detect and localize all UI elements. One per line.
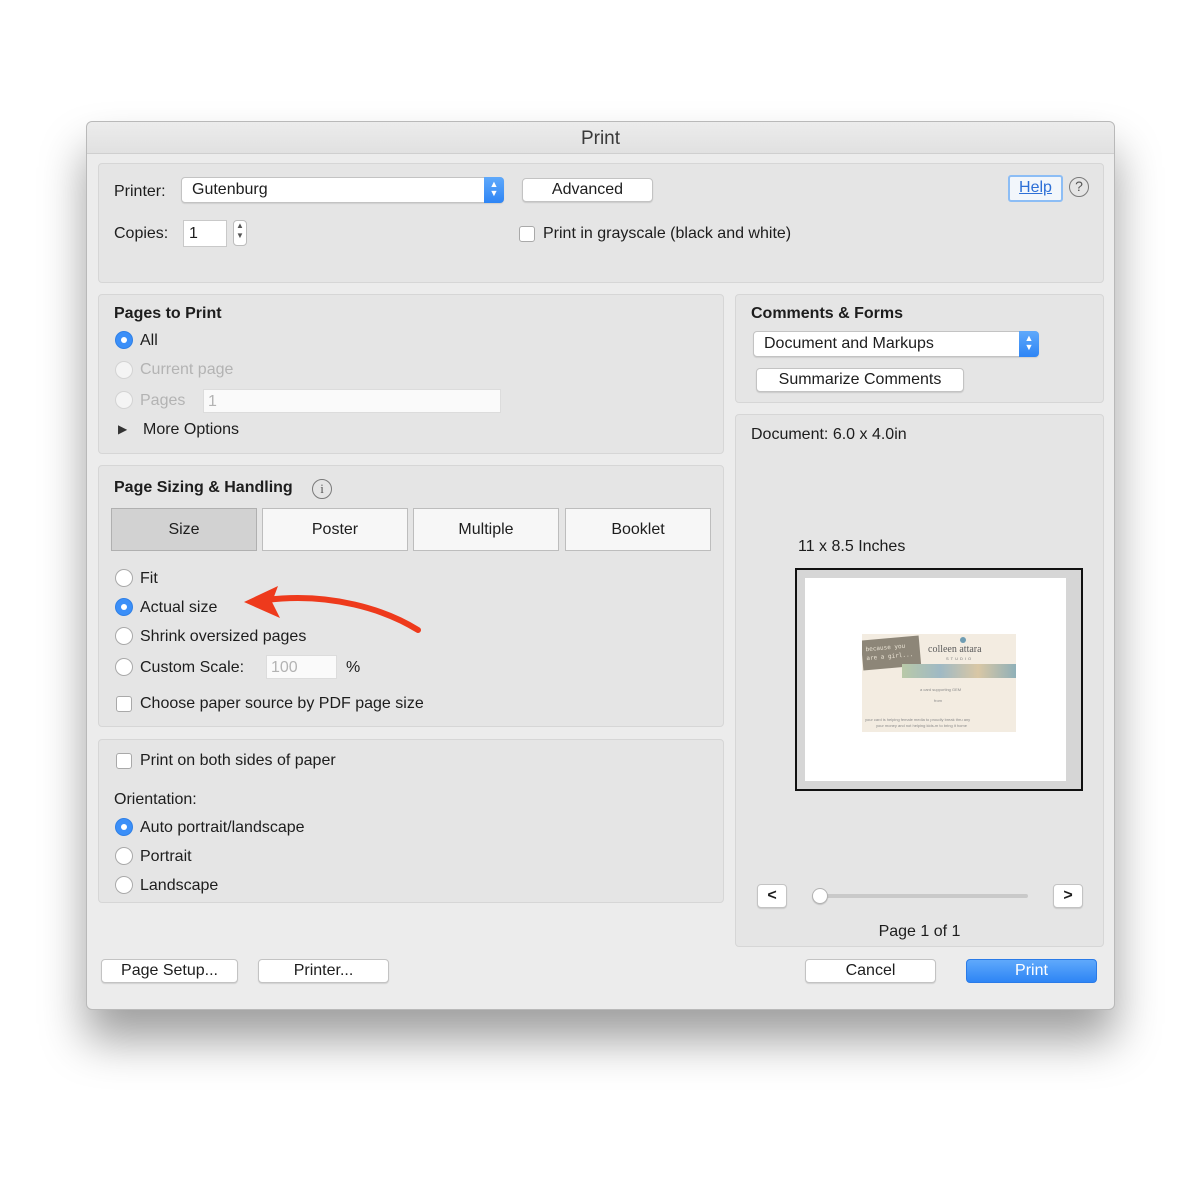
more-options-label[interactable]: More Options (143, 421, 239, 439)
next-page-button[interactable]: > (1053, 884, 1083, 908)
grayscale-label: Print in grayscale (black and white) (543, 225, 792, 242)
comments-forms-select-value: Document and Markups (764, 335, 934, 352)
printer-select-value: Gutenburg (192, 181, 268, 198)
annotation-arrow-icon (244, 586, 421, 633)
printer-select[interactable]: Gutenburg ▲ ▼ (181, 177, 504, 203)
radio-all-label: All (140, 332, 158, 349)
grayscale-checkbox[interactable] (519, 226, 535, 242)
tab-multiple[interactable]: Multiple (413, 508, 559, 551)
dialog-title: Print (580, 128, 621, 149)
card-text-line3: your card is helping female media to pro… (865, 717, 971, 722)
card-thumbnail: because you are a girl... colleen attara… (862, 634, 1016, 732)
paper-source-label: Choose paper source by PDF page size (140, 695, 424, 712)
page-preview-sheet: because you are a girl... colleen attara… (805, 578, 1066, 781)
pages-to-print-group: Pages to Print All Current page Pages 1 … (98, 294, 724, 454)
radio-current-page-label: Current page (140, 361, 234, 378)
radio-portrait[interactable] (115, 847, 133, 865)
orientation-heading: Orientation: (114, 791, 197, 808)
title-bar: Print (87, 122, 1114, 154)
printer-group: Printer: Gutenburg ▲ ▼ Advanced Help ? Co… (98, 163, 1104, 283)
custom-scale-input[interactable]: 100 (266, 655, 337, 679)
summarize-comments-button[interactable]: Summarize Comments (756, 368, 964, 392)
advanced-button[interactable]: Advanced (522, 178, 653, 202)
copies-stepper[interactable]: ▲ ▼ (233, 220, 247, 246)
tab-booklet[interactable]: Booklet (565, 508, 711, 551)
print-dialog: Print Printer: Gutenburg ▲ ▼ Advanced Hel… (86, 121, 1115, 1010)
radio-all[interactable] (115, 331, 133, 349)
radio-landscape-label: Landscape (140, 877, 219, 894)
card-text-line1: a card supporting GEM (920, 687, 962, 692)
radio-auto-orientation-label: Auto portrait/landscape (140, 819, 305, 836)
comments-forms-heading: Comments & Forms (751, 305, 904, 322)
card-tag-line2: are a girl... (866, 651, 914, 663)
prev-page-button[interactable]: < (757, 884, 787, 908)
comments-forms-group: Comments & Forms Document and Markups ▲ ▼… (735, 294, 1104, 403)
help-icon[interactable]: ? (1069, 177, 1089, 197)
pages-to-print-heading: Pages to Print (114, 305, 222, 322)
radio-portrait-label: Portrait (140, 848, 192, 865)
radio-actual-size[interactable] (115, 598, 133, 616)
card-text-line2: from (934, 698, 942, 703)
disclosure-triangle-icon[interactable]: ▶ (118, 422, 127, 436)
page-counter: Page 1 of 1 (878, 923, 961, 940)
comments-forms-select[interactable]: Document and Markups ▲ ▼ (753, 331, 1039, 357)
help-button[interactable]: Help (1008, 175, 1063, 202)
chevron-updown-icon: ▲ ▼ (484, 177, 504, 203)
printer-button[interactable]: Printer... (258, 959, 389, 983)
copies-input[interactable]: 1 (183, 220, 227, 247)
radio-shrink[interactable] (115, 627, 133, 645)
print-button[interactable]: Print (966, 959, 1097, 983)
help-link[interactable]: Help (1019, 179, 1052, 196)
pages-range-input[interactable]: 1 (203, 389, 501, 413)
radio-pages-label: Pages (140, 392, 186, 409)
printer-label: Printer: (114, 183, 166, 200)
page-slider-thumb[interactable] (812, 888, 828, 904)
cancel-button[interactable]: Cancel (805, 959, 936, 983)
brand-logo-icon (960, 637, 966, 643)
tab-size[interactable]: Size (111, 508, 257, 551)
page-slider-track[interactable] (818, 894, 1028, 898)
radio-landscape[interactable] (115, 876, 133, 894)
radio-current-page[interactable] (115, 361, 133, 379)
copies-label: Copies: (114, 225, 169, 242)
radio-custom-scale-label: Custom Scale: (140, 659, 245, 676)
tab-poster[interactable]: Poster (262, 508, 408, 551)
radio-pages[interactable] (115, 391, 133, 409)
radio-fit-label: Fit (140, 570, 158, 587)
preview-group: Document: 6.0 x 4.0in 11 x 8.5 Inches be… (735, 414, 1104, 947)
card-watercolor-band (902, 664, 1016, 678)
radio-fit[interactable] (115, 569, 133, 587)
radio-actual-size-label: Actual size (140, 599, 218, 616)
card-brand: colleen attara (928, 644, 982, 655)
chevron-updown-icon: ▲ ▼ (1019, 331, 1039, 357)
radio-custom-scale[interactable] (115, 658, 133, 676)
info-icon[interactable]: i (312, 479, 332, 499)
radio-auto-orientation[interactable] (115, 818, 133, 836)
paper-source-checkbox[interactable] (116, 696, 132, 712)
page-setup-button[interactable]: Page Setup... (101, 959, 238, 983)
document-size-label: Document: 6.0 x 4.0in (751, 426, 907, 443)
orientation-group: Print on both sides of paper Orientation… (98, 739, 724, 903)
duplex-label: Print on both sides of paper (140, 752, 336, 769)
paper-size-label: 11 x 8.5 Inches (798, 538, 906, 555)
page-preview-frame: because you are a girl... colleen attara… (795, 568, 1083, 791)
card-brand-sub: STUDIO (946, 656, 974, 661)
percent-label: % (346, 659, 361, 676)
duplex-checkbox[interactable] (116, 753, 132, 769)
card-text-line4: your money and not helping kids-m to bri… (876, 723, 967, 728)
page-sizing-heading: Page Sizing & Handling (114, 479, 293, 496)
